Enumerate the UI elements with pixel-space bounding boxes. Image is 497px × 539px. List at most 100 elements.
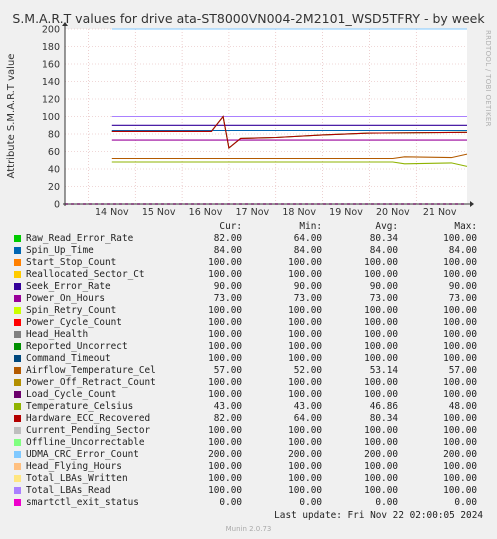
legend-max: 100.00	[443, 437, 477, 448]
legend-swatch	[14, 379, 21, 386]
legend-series-name: Reported_Uncorrect	[26, 341, 128, 352]
legend-min: 0.00	[299, 497, 322, 508]
legend-series-name: Power_On_Hours	[26, 293, 106, 304]
legend-series-name: Start_Stop_Count	[26, 257, 117, 268]
legend-avg: 100.00	[364, 341, 398, 352]
legend-series-name: Reallocated_Sector_Ct	[26, 269, 145, 280]
legend-min: 100.00	[288, 305, 322, 316]
legend-series-name: Power_Cycle_Count	[26, 317, 122, 328]
legend-swatch	[14, 355, 21, 362]
legend-cur: 100.00	[208, 329, 242, 340]
legend-cur: 100.00	[208, 257, 242, 268]
legend-row: Raw_Read_Error_Rate 82.00 64.00 80.34 100.00	[14, 233, 477, 245]
legend-max: 100.00	[443, 257, 477, 268]
x-tick-label: 20 Nov	[376, 207, 410, 215]
legend-row: Load_Cycle_Count 100.00 100.00 100.00 100.00	[14, 389, 477, 401]
legend-row: smartctl_exit_status 0.00 0.00 0.00 0.00	[14, 497, 477, 509]
legend-min: 100.00	[288, 425, 322, 436]
legend-cur: 200.00	[208, 449, 242, 460]
legend-series-name: Raw_Read_Error_Rate	[26, 233, 134, 244]
legend-series-name: Airflow_Temperature_Cel	[26, 365, 156, 376]
legend-min: 100.00	[288, 389, 322, 400]
legend-cur: 82.00	[213, 233, 242, 244]
y-tick-label: 160	[42, 60, 60, 71]
legend-series-name: Power_Off_Retract_Count	[26, 377, 156, 388]
legend-series-name: Hardware_ECC_Recovered	[26, 413, 151, 424]
legend-series-name: Spin_Up_Time	[26, 245, 94, 256]
legend-swatch	[14, 487, 21, 494]
legend-min: 84.00	[293, 245, 322, 256]
y-axis-label: Attribute S.M.A.R.T value	[6, 54, 17, 179]
legend-min: 100.00	[288, 473, 322, 484]
legend-cur: 100.00	[208, 341, 242, 352]
legend-cur: 100.00	[208, 437, 242, 448]
y-tick-label: 180	[42, 42, 60, 53]
legend-max: 73.00	[448, 293, 477, 304]
legend-cur: 100.00	[208, 377, 242, 388]
legend-series-name: Total_LBAs_Read	[26, 485, 111, 496]
legend-min: 100.00	[288, 317, 322, 328]
legend-max: 100.00	[443, 413, 477, 424]
legend-swatch	[14, 475, 21, 482]
legend-table: Cur: Min: Avg: Max: Raw_Read_Error_Rate 8…	[14, 221, 477, 509]
legend-series-name: Command_Timeout	[26, 353, 111, 364]
legend-min: 100.00	[288, 437, 322, 448]
legend-avg: 100.00	[364, 437, 398, 448]
x-axis-arrow	[470, 201, 474, 207]
legend-swatch	[14, 367, 21, 374]
legend-series-name: Seek_Error_Rate	[26, 281, 111, 292]
legend-row: Power_Cycle_Count 100.00 100.00 100.00 100.0…	[14, 317, 477, 329]
legend-max: 200.00	[443, 449, 477, 460]
last-update: Last update: Fri Nov 22 02:00:05 2024	[274, 510, 483, 521]
legend-cur: 100.00	[208, 389, 242, 400]
y-tick-label: 80	[48, 130, 60, 141]
header-min: Min:	[299, 221, 322, 232]
y-tick-label: 20	[48, 182, 60, 193]
y-tick-label: 0	[54, 200, 60, 211]
legend-series-name: Current_Pending_Sector	[26, 425, 151, 436]
legend-row: Head_Health 100.00 100.00 100.00 100.00	[14, 329, 477, 341]
legend-series-name: smartctl_exit_status	[26, 497, 139, 508]
x-axis-ticks: 14 Nov 15 Nov 16 Nov 17 Nov 18 Nov 19 Nov 20 N…	[95, 207, 457, 215]
legend-avg: 46.86	[369, 401, 398, 412]
legend-avg: 90.00	[369, 281, 398, 292]
legend-min: 52.00	[293, 365, 322, 376]
legend-avg: 100.00	[364, 461, 398, 472]
legend-swatch	[14, 283, 21, 290]
legend-min: 64.00	[293, 233, 322, 244]
legend-avg: 73.00	[369, 293, 398, 304]
legend-swatch	[14, 319, 21, 326]
legend-swatch	[14, 463, 21, 470]
legend-min: 100.00	[288, 341, 322, 352]
legend-min: 90.00	[293, 281, 322, 292]
legend-swatch	[14, 415, 21, 422]
legend-swatch	[14, 439, 21, 446]
legend-min: 100.00	[288, 329, 322, 340]
legend-row: Offline_Uncorrectable 100.00 100.00 100.00 1…	[14, 437, 477, 449]
legend-series-name: UDMA_CRC_Error_Count	[26, 449, 139, 460]
legend-row: Command_Timeout 100.00 100.00 100.00 100.00	[14, 353, 477, 365]
legend-cur: 73.00	[213, 293, 242, 304]
legend-series-name: Head_Health	[26, 329, 89, 340]
legend-swatch	[14, 307, 21, 314]
legend-max: 100.00	[443, 377, 477, 388]
munin-version: Munin 2.0.73	[225, 525, 272, 533]
legend-cur: 43.00	[213, 401, 242, 412]
y-tick-label: 60	[48, 147, 60, 158]
legend-min: 43.00	[293, 401, 322, 412]
legend-min: 64.00	[293, 413, 322, 424]
legend-row: Airflow_Temperature_Cel 57.00 52.00 53.14 57…	[14, 365, 477, 377]
legend-swatch	[14, 499, 21, 506]
legend-avg: 100.00	[364, 329, 398, 340]
legend-avg: 80.34	[369, 233, 398, 244]
legend-cur: 100.00	[208, 317, 242, 328]
legend-row: Hardware_ECC_Recovered 82.00 64.00 80.34 100…	[14, 413, 477, 425]
legend-min: 100.00	[288, 461, 322, 472]
legend-min: 73.00	[293, 293, 322, 304]
legend-cur: 82.00	[213, 413, 242, 424]
legend-avg: 200.00	[364, 449, 398, 460]
legend-row: Total_LBAs_Read 100.00 100.00 100.00 100.00	[14, 485, 477, 497]
legend-avg: 100.00	[364, 389, 398, 400]
legend-cur: 100.00	[208, 269, 242, 280]
legend-row: Power_On_Hours 73.00 73.00 73.00 73.00	[14, 293, 477, 305]
